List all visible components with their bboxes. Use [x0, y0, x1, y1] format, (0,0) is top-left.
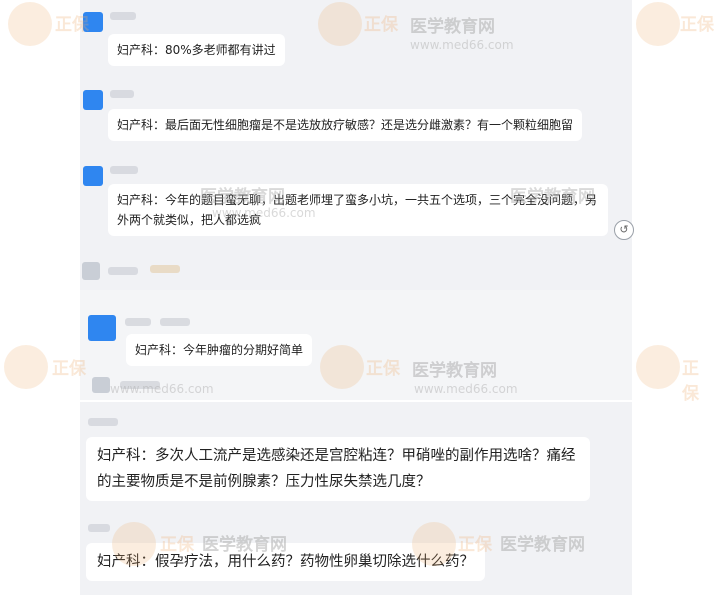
message-text: 妇产科：今年的题目蛮无聊，出题老师埋了蛮多小坑，一共五个选项，三个完全没问题，另… — [117, 193, 598, 227]
message-text: 妇产科：最后面无性细胞瘤是不是选放放疗敏感？还是选分雌激素？有一个颗粒细胞留 — [117, 118, 574, 132]
avatar[interactable] — [88, 315, 116, 341]
message-bubble[interactable]: 妇产科：多次人工流产是选感染还是宫腔粘连？甲硝唑的副作用选啥？痛经的主要物质是不… — [86, 437, 590, 501]
sender-name-blurred — [120, 381, 160, 389]
watermark-brand: 正保 — [680, 15, 714, 35]
watermark-logo — [636, 345, 680, 389]
avatar[interactable] — [92, 377, 110, 393]
message-bubble[interactable]: 妇产科：今年的题目蛮无聊，出题老师埋了蛮多小坑，一共五个选项，三个完全没问题，另… — [108, 184, 608, 236]
message-bubble[interactable]: 妇产科：最后面无性细胞瘤是不是选放放疗敏感？还是选分雌激素？有一个颗粒细胞留 — [108, 109, 583, 141]
avatar[interactable] — [83, 166, 103, 186]
message-bubble[interactable]: 妇产科：80%多老师都有讲过 — [108, 34, 285, 66]
message-bubble[interactable]: 妇产科：假孕疗法，用什么药？药物性卵巢切除选什么药？ — [86, 543, 485, 581]
watermark-brand: 正保 — [682, 359, 699, 404]
watermark-logo — [636, 2, 680, 46]
avatar[interactable] — [82, 262, 100, 280]
avatar[interactable] — [83, 90, 103, 110]
message-text: 妇产科：假孕疗法，用什么药？药物性卵巢切除选什么药？ — [97, 554, 474, 570]
reply-icon[interactable]: ↺ — [614, 220, 634, 240]
message-text: 妇产科：多次人工流产是选感染还是宫腔粘连？甲硝唑的副作用选啥？痛经的主要物质是不… — [97, 448, 576, 490]
message-text: 妇产科：80%多老师都有讲过 — [117, 43, 276, 57]
avatar[interactable] — [83, 12, 103, 32]
sender-name-blurred — [88, 418, 118, 426]
sender-name-blurred — [110, 90, 134, 98]
sender-name-blurred — [88, 524, 110, 532]
message-bubble[interactable]: 妇产科：今年肿瘤的分期好简单 — [126, 334, 313, 366]
message-text: 妇产科：今年肿瘤的分期好简单 — [135, 343, 304, 357]
sender-name-blurred — [110, 166, 138, 174]
sender-name-blurred — [108, 267, 138, 275]
sender-name-blurred — [110, 12, 136, 20]
sender-name-blurred — [125, 318, 151, 326]
sender-name-blurred — [160, 318, 190, 326]
sender-name-blurred — [150, 265, 180, 273]
watermark-logo — [8, 2, 52, 46]
watermark-logo — [4, 345, 48, 389]
